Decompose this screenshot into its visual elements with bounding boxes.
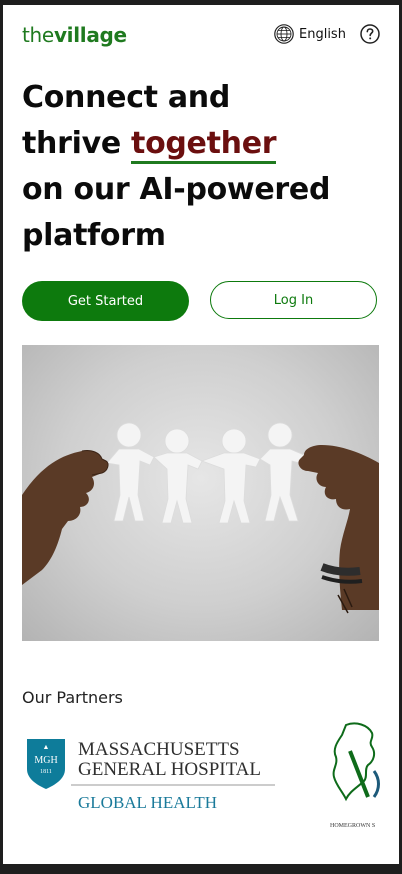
hero-line-1: Connect and [22,80,231,115]
help-icon[interactable] [360,24,380,44]
paper-figure [200,428,261,524]
homegrown-caption: HOMEGROWN S [330,823,375,829]
top-bar: thevillage English [3,5,399,65]
homegrown-logo: HOMEGROWN S [330,722,380,829]
partner-logo-homegrown[interactable]: HOMEGROWN S [328,721,399,831]
partner-logo-mgh[interactable]: ▲ MGH 1811 MASSACHUSETTS GENERAL HOSPITA… [25,733,277,819]
logo-the: the [22,23,54,47]
hero-line-3: on our AI-powered [22,172,331,207]
left-hand [22,450,109,585]
language-label: English [299,26,346,42]
svg-text:▲: ▲ [43,743,50,751]
hero-line-4: platform [22,218,166,253]
mgh-line-1: MASSACHUSETTS [78,739,240,760]
paper-chain-illustration [22,422,379,614]
language-selector[interactable]: English [274,24,346,44]
paper-figure [153,428,203,524]
partners-title: Our Partners [22,688,123,707]
paper-figure [259,422,305,522]
hero-line-2: thrive together [22,121,392,167]
mgh-badge-year: 1811 [40,769,52,775]
hero-highlight: together [131,126,277,164]
mgh-badge-text: MGH [34,755,57,766]
mgh-line-3: GLOBAL HEALTH [78,793,217,812]
hero-headline: Connect and thrive together on our AI-po… [22,75,392,259]
mgh-line-2: GENERAL HOSPITAL [78,759,261,780]
app-frame: thevillage English Connect and thrive to… [3,5,399,864]
paper-figure [106,422,155,522]
get-started-button[interactable]: Get Started [22,281,189,321]
hero-line-2-prefix: thrive [22,126,132,161]
logo-village: village [53,23,127,47]
mgh-logo: ▲ MGH 1811 MASSACHUSETTS GENERAL HOSPITA… [27,739,275,812]
right-hand [298,445,379,614]
logo[interactable]: thevillage [22,23,127,47]
hero-image [22,345,379,641]
log-in-button[interactable]: Log In [210,281,377,319]
globe-icon [274,24,294,44]
